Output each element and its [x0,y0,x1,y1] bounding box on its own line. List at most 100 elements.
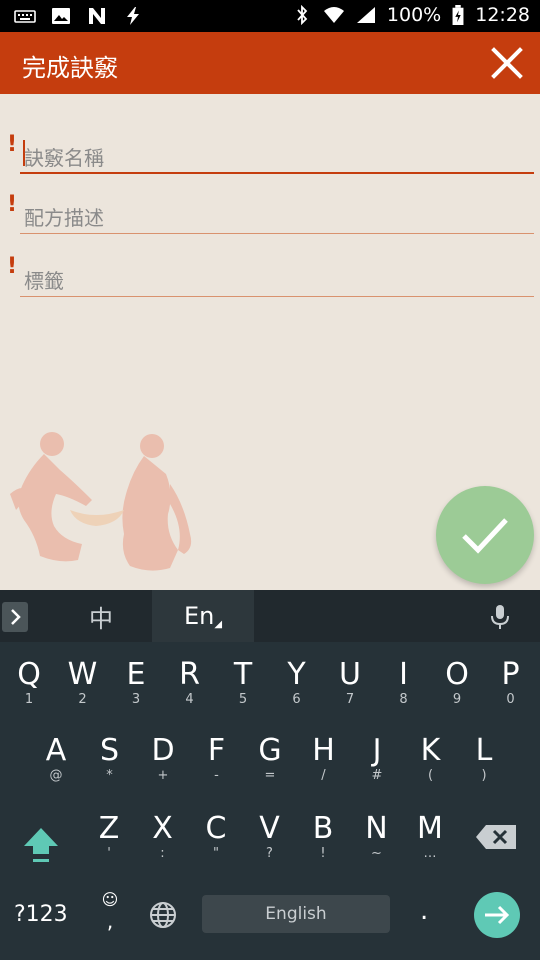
required-indicator: ! [7,132,18,157]
key-y[interactable]: Y6 [271,650,323,720]
key-letter: T [233,657,253,692]
key-letter: Q [17,657,41,692]
chevron-right-icon [11,609,21,625]
app-bar: 完成訣竅 [0,32,540,94]
wifi-icon [323,5,345,25]
lang-chinese-button[interactable]: 中 [50,590,152,642]
clock: 12:28 [475,4,530,26]
key-w[interactable]: W2 [57,650,109,720]
key-b[interactable]: B! [297,804,349,874]
tags-field[interactable]: 標籤 [20,257,534,297]
key-letter: G [258,733,282,768]
key-letter: E [126,657,146,692]
close-icon[interactable] [488,44,526,82]
globe-icon[interactable] [148,900,178,930]
enter-key[interactable] [474,892,520,938]
field-underline [20,296,534,297]
key-secondary: # [371,768,383,783]
space-bar[interactable]: English [202,895,390,933]
key-secondary: 2 [78,692,87,707]
key-letter: J [372,733,382,768]
key-o[interactable]: O9 [431,650,483,720]
backspace-key[interactable] [474,822,520,852]
key-h[interactable]: H / [298,726,350,796]
key-letter: R [179,657,200,692]
decorative-figures-illustration [10,432,192,571]
recipe-name-placeholder: 訣竅名稱 [24,146,104,170]
key-l[interactable]: L) [458,726,510,796]
key-t[interactable]: T5 [217,650,269,720]
key-secondary: 5 [238,692,248,707]
shift-key[interactable] [18,822,64,868]
flash-icon [122,6,144,26]
key-n[interactable]: N ~ [351,804,403,874]
key-secondary: - [214,768,219,783]
microphone-icon[interactable] [488,604,512,630]
key-e[interactable]: E3 [110,650,162,720]
key-p[interactable]: P0 [485,650,537,720]
key-i[interactable]: I8 [378,650,430,720]
key-secondary: 7 [345,692,355,707]
n-app-icon [86,6,108,26]
key-x[interactable]: X: [137,804,189,874]
key-r[interactable]: R4 [164,650,216,720]
key-letter: V [259,811,280,846]
key-s[interactable]: S * [84,726,136,796]
expand-toolbar-button[interactable] [2,602,28,632]
required-indicator: ! [7,254,18,279]
key-letter: B [312,811,334,846]
key-j[interactable]: J # [351,726,403,796]
key-letter: I [399,657,408,692]
required-indicator: ! [7,192,18,217]
recipe-description-field[interactable]: 配方描述 [20,194,534,234]
key-letter: W [67,657,98,692]
key-secondary: 6 [292,692,301,707]
key-secondary: … [423,846,437,861]
key-letter: U [339,657,361,692]
key-secondary: + [157,768,169,783]
key-letter: S [99,733,120,768]
key-k[interactable]: K( [405,726,457,796]
recipe-name-field[interactable]: 訣竅名稱 [20,134,534,174]
confirm-button[interactable] [436,486,534,584]
key-q[interactable]: Q1 [3,650,55,720]
key-a[interactable]: A @ [30,726,82,796]
key-letter: L [475,733,493,768]
key-letter: C [205,811,227,846]
key-secondary: ( [427,768,434,783]
arrow-right-icon [485,905,510,925]
key-secondary: ~ [371,846,382,861]
key-letter: Z [98,811,120,846]
battery-percent: 100% [386,4,442,26]
recipe-description-placeholder: 配方描述 [24,206,104,230]
key-letter: O [445,657,469,692]
emoji-comma-key[interactable]: ☺ , [96,890,124,933]
key-f[interactable]: F- [191,726,243,796]
key-secondary: " [213,846,219,861]
image-icon [50,6,72,26]
key-z[interactable]: Z ' [83,804,135,874]
key-letter: H [312,733,335,768]
period-key[interactable]: . [420,896,428,926]
key-u[interactable]: U7 [324,650,376,720]
symbols-key[interactable]: ?123 [14,902,68,927]
key-v[interactable]: V? [244,804,296,874]
bluetooth-icon [291,4,313,26]
key-letter: A [45,733,67,768]
key-d[interactable]: D + [137,726,189,796]
key-c[interactable]: C " [190,804,242,874]
key-secondary: ? [266,846,273,861]
keyboard-toolbar: 中 En ◢ [0,590,540,642]
key-m[interactable]: M… [404,804,456,874]
key-secondary: @ [49,768,63,783]
key-letter: X [152,811,173,846]
key-g[interactable]: G = [244,726,296,796]
backspace-icon [476,825,516,849]
key-secondary: : [160,846,165,861]
key-secondary: ' [107,846,111,861]
lang-english-button[interactable]: En ◢ [152,590,254,642]
comma-label: , [106,909,114,933]
key-secondary: 0 [506,692,515,707]
key-secondary: ) [481,768,487,783]
battery-charging-icon [451,5,465,26]
